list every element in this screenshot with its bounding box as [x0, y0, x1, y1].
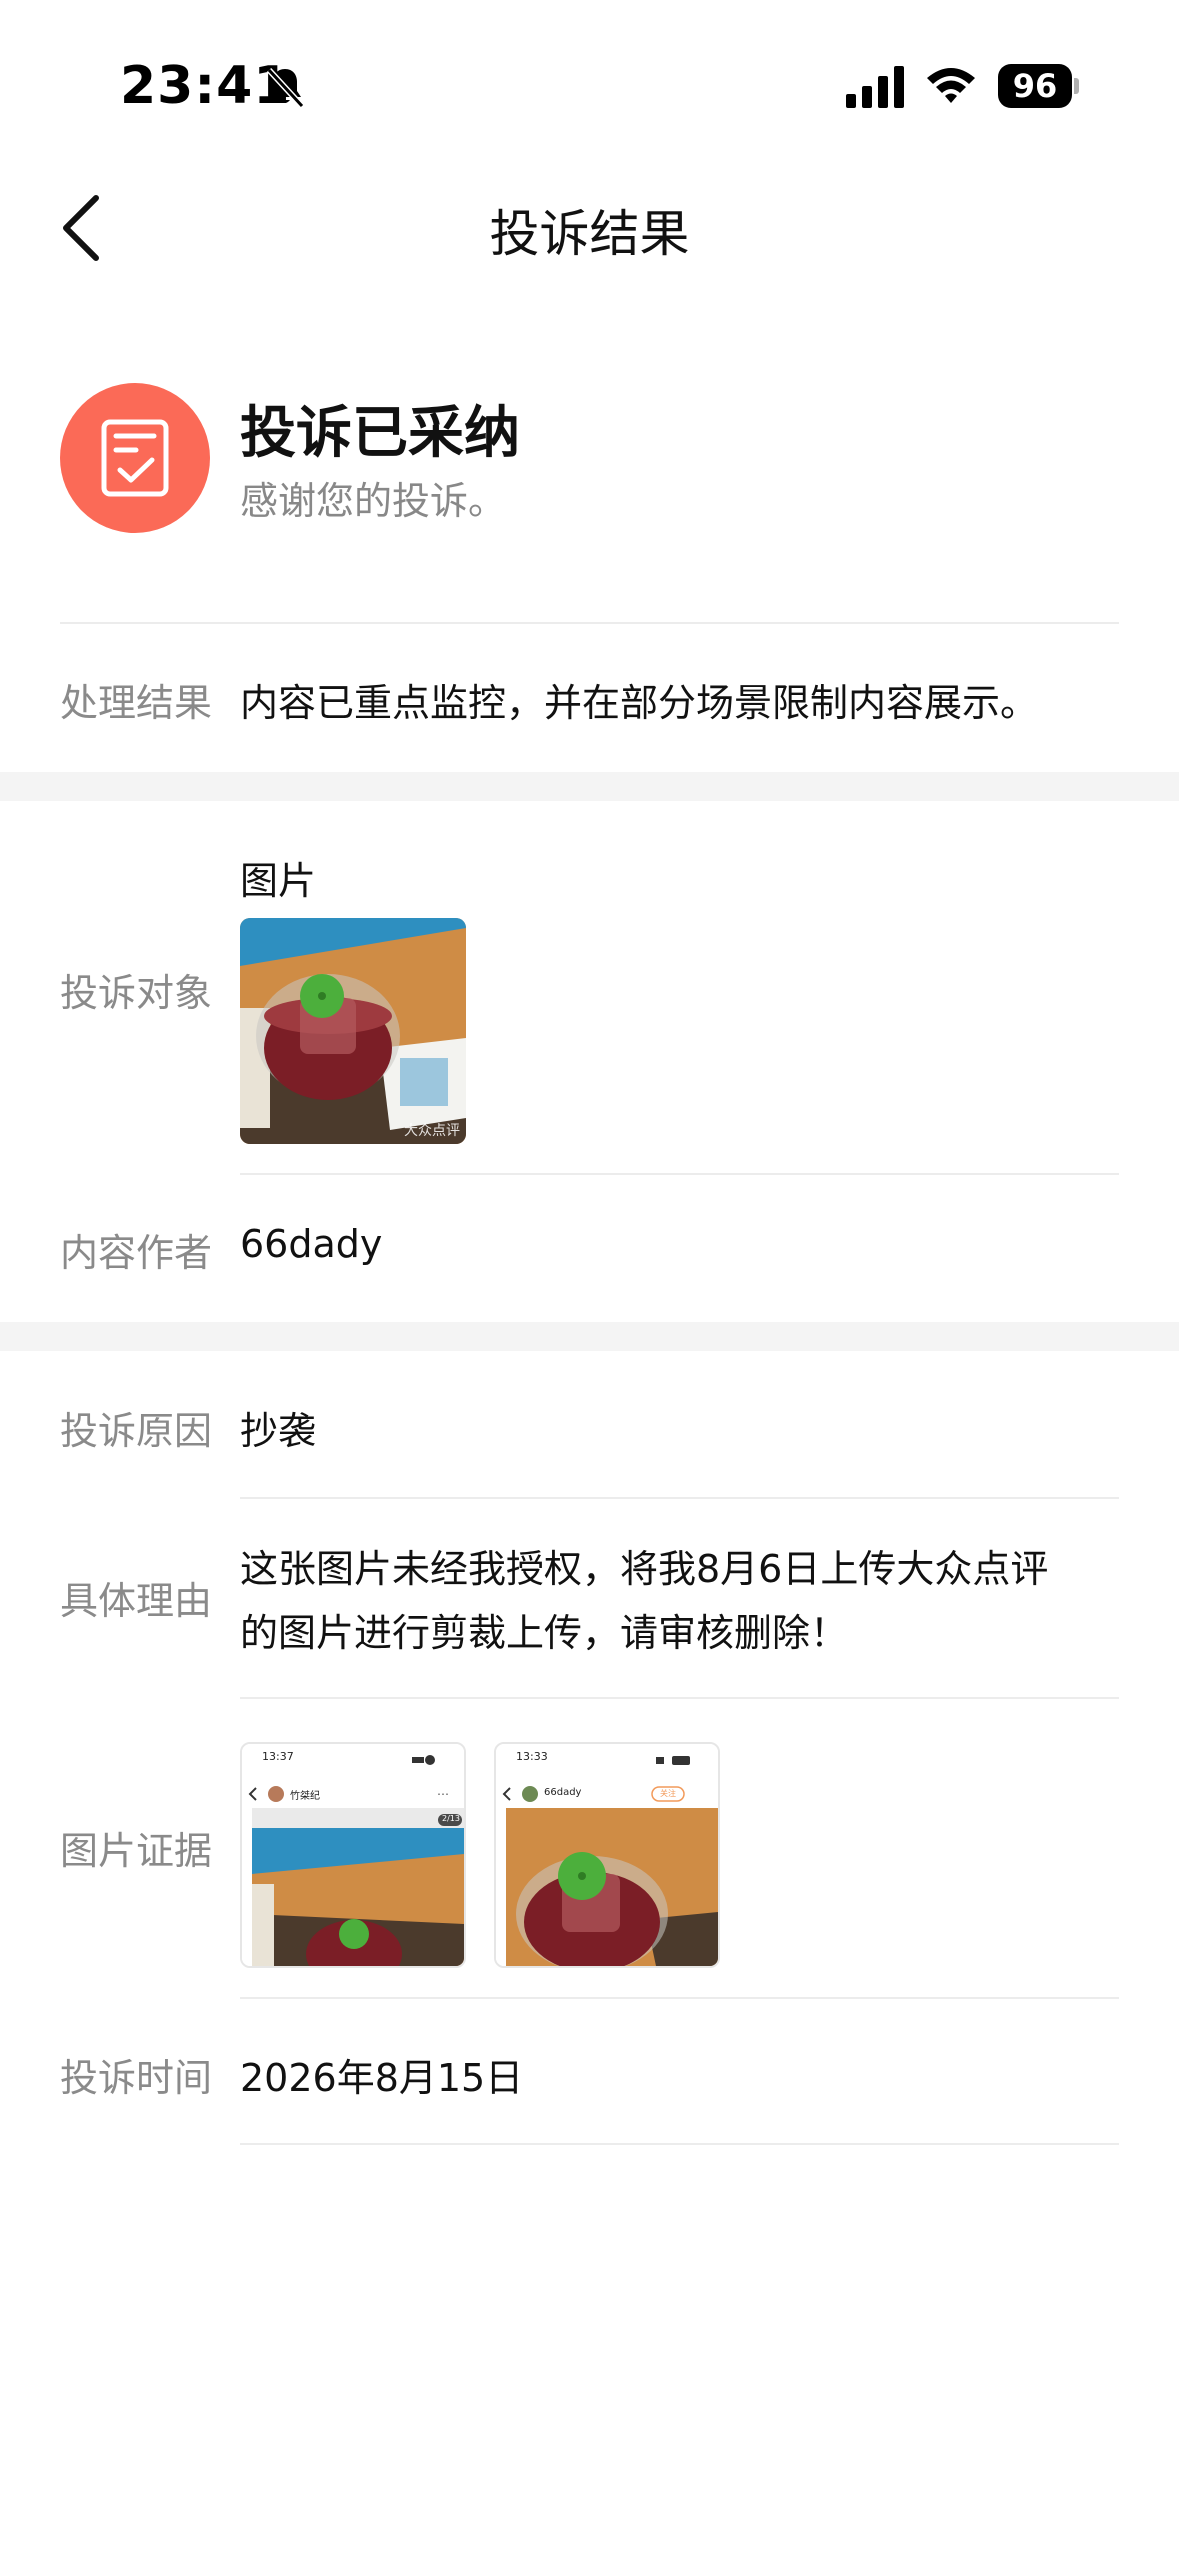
divider [240, 1173, 1119, 1175]
cellular-signal-icon [846, 66, 904, 108]
target-thumbnail[interactable]: 大众点评 [240, 918, 466, 1144]
handling-label: 处理结果 [60, 681, 213, 725]
divider [240, 1697, 1119, 1699]
reason-label: 投诉原因 [60, 1409, 213, 1453]
result-title: 投诉已采纳 [240, 401, 520, 466]
wifi-icon [927, 68, 975, 103]
svg-text:⋯: ⋯ [437, 1787, 449, 1801]
bell-muted-icon [266, 67, 305, 109]
battery-indicator: 96 [998, 64, 1079, 108]
divider [240, 1997, 1119, 1999]
complaint-accepted-icon [60, 383, 210, 533]
evidence-time: 13:37 [262, 1750, 294, 1763]
evidence-follow-badge: 关注 [660, 1789, 676, 1798]
nav-bar: 投诉结果 [0, 170, 1179, 285]
time-value: 2026年8月15日 [240, 2056, 524, 2100]
section-separator [0, 1322, 1179, 1351]
target-type: 图片 [240, 859, 317, 903]
evidence-user: 66dady [544, 1787, 582, 1798]
evidence-counter: 2/13 [442, 1814, 460, 1823]
evidence-time: 13:33 [516, 1750, 548, 1763]
target-label: 投诉对象 [60, 971, 213, 1015]
detail-label: 具体理由 [60, 1579, 213, 1623]
evidence-user: 竹桀纪 [290, 1791, 320, 1802]
detail-value: 这张图片未经我授权，将我8月6日上传大众点评 的图片进行剪裁上传，请审核删除！ [240, 1537, 1070, 1665]
detail-line: 这张图片未经我授权，将我8月6日上传大众点评 [240, 1547, 1049, 1591]
evidence-thumbnail-2[interactable]: 13:33 66dady 关注 [494, 1742, 720, 1968]
divider [240, 1497, 1119, 1499]
reason-value: 抄袭 [240, 1409, 317, 1453]
divider [240, 2143, 1119, 2145]
status-bar: 23:41 96 [0, 0, 1179, 150]
watermark-text: 大众点评 [404, 1123, 460, 1139]
time-label: 投诉时间 [60, 2056, 213, 2100]
evidence-label: 图片证据 [60, 1829, 213, 1873]
author-value: 66dady [240, 1222, 383, 1266]
divider [60, 622, 1119, 624]
battery-level: 96 [998, 64, 1072, 108]
evidence-thumbnail-1[interactable]: ⋯ 13:37 竹桀纪 2/13 [240, 1742, 466, 1968]
result-subtitle: 感谢您的投诉。 [240, 479, 507, 523]
battery-tip [1074, 78, 1079, 94]
section-separator [0, 772, 1179, 801]
detail-line: 的图片进行剪裁上传，请审核删除！ [240, 1611, 849, 1655]
handling-value: 内容已重点监控，并在部分场景限制内容展示。 [240, 681, 1039, 725]
author-label: 内容作者 [60, 1231, 213, 1275]
page-title: 投诉结果 [489, 205, 690, 263]
